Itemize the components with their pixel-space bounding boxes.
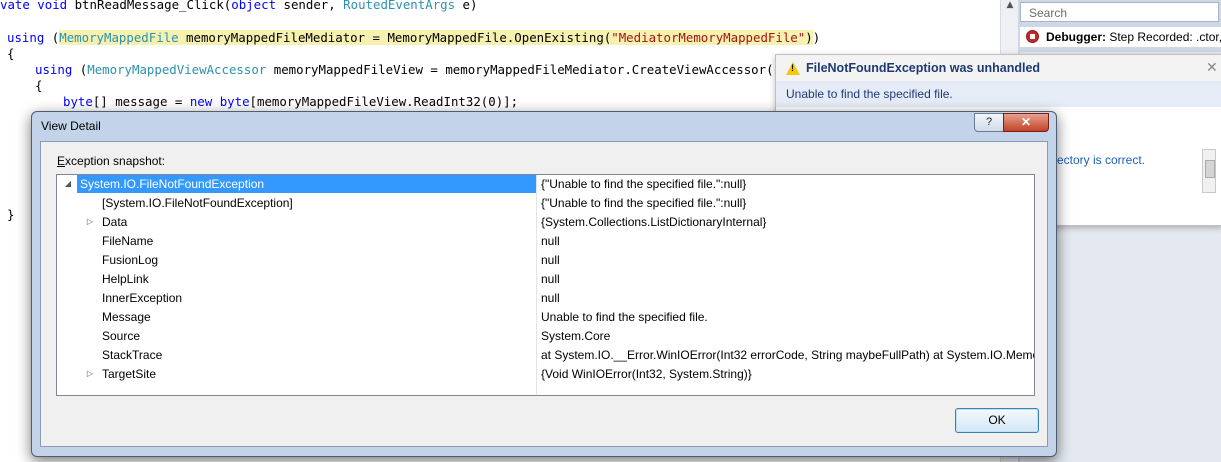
property-value: null (541, 272, 560, 286)
code-text: memoryMappedFileMediator = MemoryMappedF… (178, 30, 612, 45)
expand-arrow-icon[interactable]: ◢ (63, 179, 73, 188)
property-value: null (541, 234, 560, 248)
dialog-client-area: Exception snapshot: ◢ System.IO.FileNotFo… (40, 141, 1048, 447)
scroll-thumb[interactable] (1205, 160, 1215, 178)
code-string: "MediatorMemoryMappedFile" (611, 30, 806, 45)
code-keyword: byte (219, 94, 250, 109)
exception-title: FileNotFoundException was unhandled (806, 61, 1041, 75)
property-name: Source (102, 329, 141, 343)
code-line-brace: { (7, 46, 15, 61)
code-text: ( (44, 30, 60, 45)
tips-scrollbar[interactable] (1202, 149, 1216, 193)
code-line-brace: { (35, 78, 43, 93)
exception-snapshot-label: Exception snapshot: (57, 154, 165, 168)
code-keyword: using (7, 30, 45, 45)
highlighted-statement: MemoryMappedFile memoryMappedFileMediato… (59, 30, 813, 45)
code-keyword: vate void (0, 0, 68, 12)
code-line-using-view-accessor[interactable]: using (MemoryMappedViewAccessor memoryMa… (35, 62, 788, 78)
code-text: [] message = (92, 94, 190, 109)
table-row[interactable]: ◢ System.IO.FileNotFoundException {"Unable… (57, 175, 1034, 194)
property-value: {Void WinIOError(Int32, System.String)} (541, 367, 752, 381)
code-keyword: byte (63, 94, 93, 109)
code-text: memoryMappedFileView = memoryMappedFileM… (266, 62, 789, 77)
event-label: Debugger: (1046, 30, 1106, 44)
ok-button[interactable]: OK (955, 408, 1039, 433)
code-line-using-mapped-file[interactable]: using (MemoryMappedFile memoryMappedFile… (7, 30, 820, 46)
code-keyword: object (231, 0, 277, 12)
close-button[interactable]: ✕ (1003, 113, 1049, 132)
snapshot-label-text: xception snapshot: (65, 154, 166, 168)
table-row[interactable]: ▷ Data {System.Collections.ListDictionaryI… (57, 213, 1034, 232)
troubleshooting-tip-link[interactable]: rectory is correct. (1053, 153, 1145, 167)
table-row[interactable]: StackTrace at System.IO.__Error.WinIOErr… (57, 346, 1034, 365)
exception-message-band: Unable to find the specified file. (776, 81, 1221, 107)
property-value: {System.Collections.ListDictionaryIntern… (541, 215, 767, 229)
code-line-closing-brace: } (7, 207, 15, 222)
table-row[interactable]: Message Unable to find the specified file… (57, 308, 1034, 327)
table-row[interactable]: FileName null (57, 232, 1034, 251)
expand-arrow-icon[interactable]: ▷ (85, 369, 95, 378)
warning-glyph: ! (791, 63, 794, 73)
property-name: InnerException (102, 291, 183, 305)
scroll-up-arrow-icon[interactable]: ▲ (1001, 0, 1019, 12)
view-detail-dialog: View Detail ? ✕ Exception snapshot: ◢ Sys… (31, 111, 1057, 457)
property-name: [System.IO.FileNotFoundException] (102, 196, 293, 210)
exception-title-bar: ! FileNotFoundException was unhandled ✕ (776, 55, 1221, 81)
code-text: ) (812, 30, 821, 45)
table-row[interactable]: [System.IO.FileNotFoundException] {"Unabl… (57, 194, 1034, 213)
property-name: Message (102, 310, 151, 324)
property-value: {"Unable to find the specified file.":nu… (541, 196, 747, 210)
expand-arrow-icon[interactable]: ▷ (85, 217, 95, 226)
property-name: StackTrace (102, 348, 163, 362)
table-row[interactable]: FusionLog null (57, 251, 1034, 270)
code-text: sender, (276, 0, 344, 12)
property-value: null (541, 291, 560, 305)
code-text: ( (72, 62, 88, 77)
code-text: [memoryMappedFileView.ReadInt32(0)]; (249, 94, 519, 109)
code-type: MemoryMappedFile (59, 30, 179, 45)
table-row[interactable]: HelpLink null (57, 270, 1034, 289)
property-value: null (541, 253, 560, 267)
dialog-title: View Detail (41, 119, 101, 133)
code-type: RoutedEventArgs (343, 0, 456, 12)
exception-message: Unable to find the specified file. (786, 87, 953, 101)
code-text: e) (455, 0, 478, 12)
property-value: System.Core (541, 329, 611, 343)
property-name: System.IO.FileNotFoundException (80, 177, 265, 191)
code-text: btnReadMessage_Click( (67, 0, 232, 12)
event-description: Step Recorded: .ctor, (1106, 30, 1221, 44)
table-row[interactable]: ▷ TargetSite {Void WinIOError(Int32, Syste… (57, 365, 1034, 384)
property-name: FusionLog (102, 253, 159, 267)
code-keyword: using (35, 62, 73, 77)
table-row[interactable]: Source System.Core (57, 327, 1034, 346)
search-input[interactable]: Search (1020, 2, 1219, 22)
code-line-byte-array[interactable]: byte[] message = new byte[memoryMappedFi… (63, 94, 518, 110)
access-key: E (57, 154, 66, 168)
code-line-method-signature[interactable]: vate void btnReadMessage_Click(object se… (0, 0, 477, 13)
code-text: ) (805, 30, 813, 45)
property-value: at System.IO.__Error.WinIOError(Int32 er… (541, 348, 1035, 362)
stop-icon (1026, 30, 1039, 43)
warning-icon: ! (786, 62, 800, 75)
close-icon[interactable]: ✕ (1206, 59, 1218, 76)
property-value: {"Unable to find the specified file.":nu… (541, 177, 747, 191)
help-button[interactable]: ? (974, 113, 1004, 132)
table-row[interactable]: InnerException null (57, 289, 1034, 308)
debugger-event-row[interactable]: Debugger: Step Recorded: .ctor, (1020, 27, 1221, 47)
event-text: Debugger: Step Recorded: .ctor, (1046, 30, 1221, 44)
code-keyword: new (189, 94, 213, 109)
property-value: Unable to find the specified file. (541, 310, 708, 324)
property-name: Data (102, 215, 128, 229)
property-name: HelpLink (102, 272, 149, 286)
property-name: TargetSite (102, 367, 157, 381)
exception-property-grid[interactable]: ◢ System.IO.FileNotFoundException {"Unable… (56, 174, 1035, 396)
code-type: MemoryMappedViewAccessor (87, 62, 267, 77)
property-name: FileName (102, 234, 154, 248)
